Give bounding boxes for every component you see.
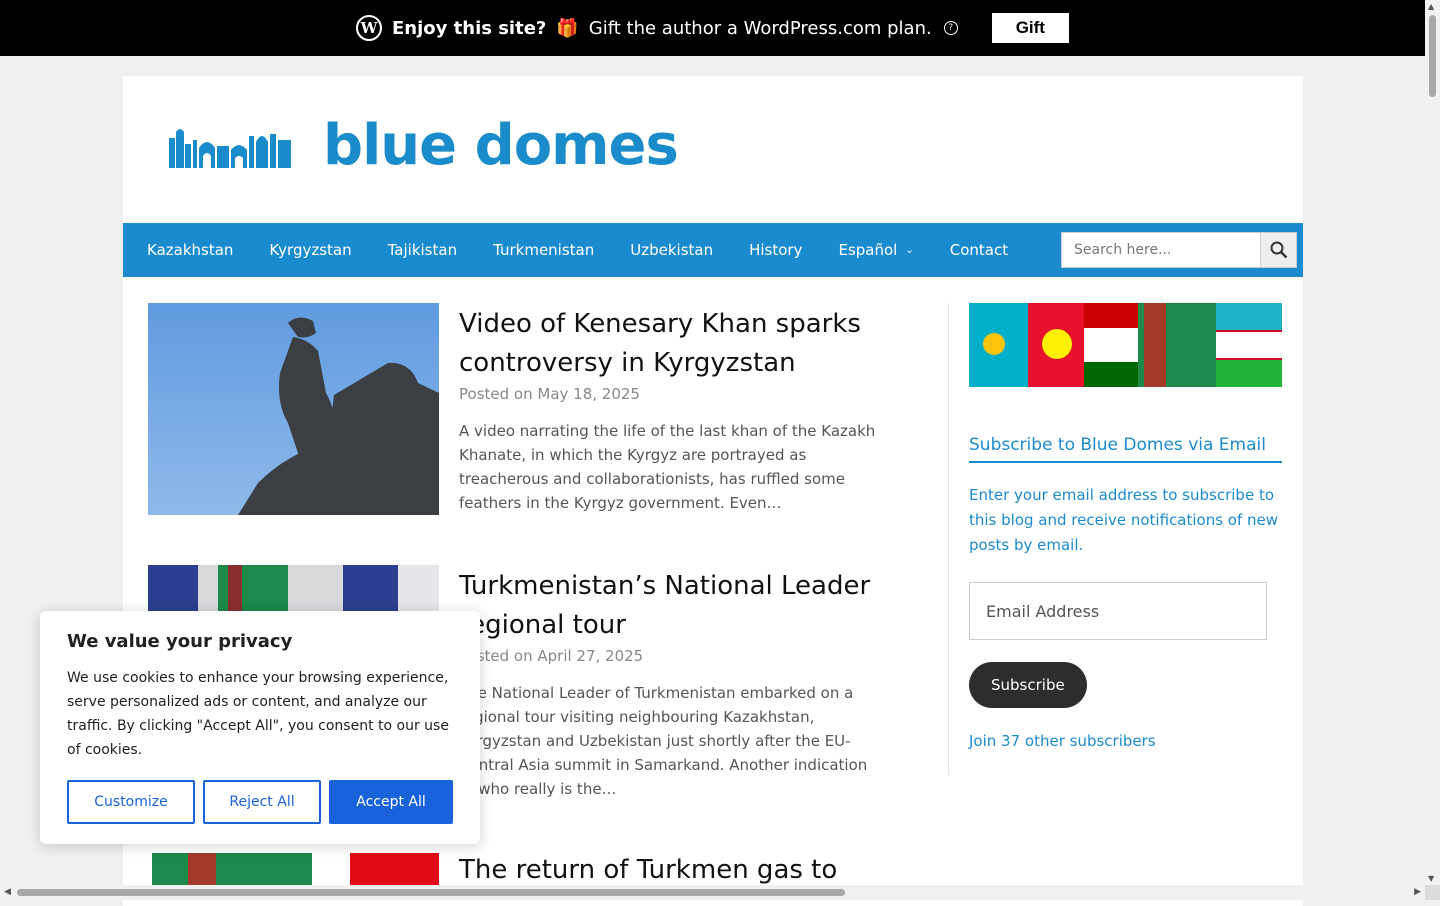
site-header: blue domes — [123, 76, 1303, 223]
scroll-left-arrow-icon[interactable]: ◀ — [4, 887, 11, 897]
post-excerpt: A video narrating the life of the last k… — [459, 422, 876, 512]
statue-image — [148, 303, 439, 515]
horizontal-scrollbar[interactable]: ◀ ▶ — [0, 885, 1425, 900]
post-meta: Posted on May 18, 2025 — [459, 385, 640, 403]
post-date[interactable]: May 18, 2025 — [537, 385, 640, 403]
post-meta-prefix: Posted on — [459, 385, 533, 403]
vertical-scrollbar[interactable]: ▲ ▼ — [1425, 0, 1440, 885]
post-date[interactable]: April 27, 2025 — [537, 647, 643, 665]
accept-all-button[interactable]: Accept All — [329, 780, 453, 824]
nav-item-turkmenistan[interactable]: Turkmenistan — [493, 241, 594, 259]
nav-item-kazakhstan[interactable]: Kazakhstan — [147, 241, 233, 259]
post-thumbnail-statue[interactable] — [148, 303, 439, 515]
cookie-title: We value your privacy — [67, 631, 293, 652]
wordpress-gift-banner: W Enjoy this site? 🎁 Gift the author a W… — [0, 0, 1425, 56]
subscribe-description: Enter your email address to subscribe to… — [969, 486, 1279, 554]
banner-message: Gift the author a WordPress.com plan. — [588, 17, 932, 39]
vertical-scrollbar-thumb[interactable] — [1429, 15, 1436, 97]
domes-skyline-icon — [169, 129, 291, 168]
cookie-consent-dialog: We value your privacy We use cookies to … — [40, 611, 480, 844]
site-logo-text: blue domes — [323, 113, 679, 178]
kazakhstan-flag — [969, 303, 1028, 387]
cookie-buttons: Customize Reject All Accept All — [67, 780, 453, 824]
email-field[interactable] — [969, 582, 1267, 640]
nav-item-history[interactable]: History — [749, 241, 802, 259]
post-meta: Posted on April 27, 2025 — [459, 647, 643, 665]
customize-button[interactable]: Customize — [67, 780, 195, 824]
horizontal-scrollbar-thumb[interactable] — [17, 889, 845, 896]
nav-item-espanol-label: Español — [838, 241, 898, 259]
nav-item-espanol[interactable]: Español ⌄ — [838, 241, 913, 259]
uzbekistan-flag — [1216, 303, 1282, 388]
reject-all-button[interactable]: Reject All — [203, 780, 321, 824]
tajikistan-flag — [1084, 303, 1138, 387]
help-icon[interactable]: ? — [943, 21, 958, 35]
search-button[interactable] — [1261, 232, 1297, 268]
nav-item-contact[interactable]: Contact — [950, 241, 1008, 259]
nav-item-kyrgyzstan[interactable]: Kyrgyzstan — [269, 241, 351, 259]
kyrgyzstan-flag — [1028, 303, 1084, 387]
site-logo[interactable]: blue domes — [169, 113, 679, 178]
gift-icon: 🎁 — [556, 17, 579, 39]
chevron-down-icon: ⌄ — [905, 244, 914, 256]
main-navigation: Kazakhstan Kyrgyzstan Tajikistan Turkmen… — [123, 223, 1303, 277]
nav-item-uzbekistan[interactable]: Uzbekistan — [630, 241, 713, 259]
subscribe-widget-title: Subscribe to Blue Domes via Email — [969, 435, 1282, 463]
sidebar-divider — [948, 303, 949, 775]
nav-item-tajikistan[interactable]: Tajikistan — [388, 241, 457, 259]
post-excerpt: The National Leader of Turkmenistan emba… — [459, 684, 868, 798]
cookie-text: We use cookies to enhance your browsing … — [67, 670, 449, 758]
post-title[interactable]: Video of Kenesary Khan sparks controvers… — [459, 305, 879, 383]
search-input[interactable] — [1061, 232, 1261, 268]
post-item: Video of Kenesary Khan sparks controvers… — [148, 303, 898, 565]
subscribe-button[interactable]: Subscribe — [969, 662, 1087, 708]
sidebar: Subscribe to Blue Domes via Email Enter … — [969, 303, 1282, 750]
post-title[interactable]: Turkmenistan’s National Leader regional … — [459, 567, 879, 645]
central-asia-flags-banner — [969, 303, 1282, 388]
scrollbar-corner — [1425, 885, 1440, 900]
scroll-right-arrow-icon[interactable]: ▶ — [1414, 887, 1421, 897]
scroll-up-arrow-icon[interactable]: ▲ — [1428, 2, 1434, 11]
gift-button[interactable]: Gift — [991, 13, 1069, 43]
scroll-down-arrow-icon[interactable]: ▼ — [1428, 874, 1434, 883]
turkmenistan-flag — [1138, 303, 1216, 387]
subscribers-count-text: Join 37 other subscribers — [969, 732, 1156, 750]
banner-enjoy-text: Enjoy this site? — [392, 17, 547, 39]
search-icon — [1270, 241, 1287, 259]
search-form — [1061, 232, 1297, 268]
wordpress-logo-icon: W — [356, 15, 382, 41]
